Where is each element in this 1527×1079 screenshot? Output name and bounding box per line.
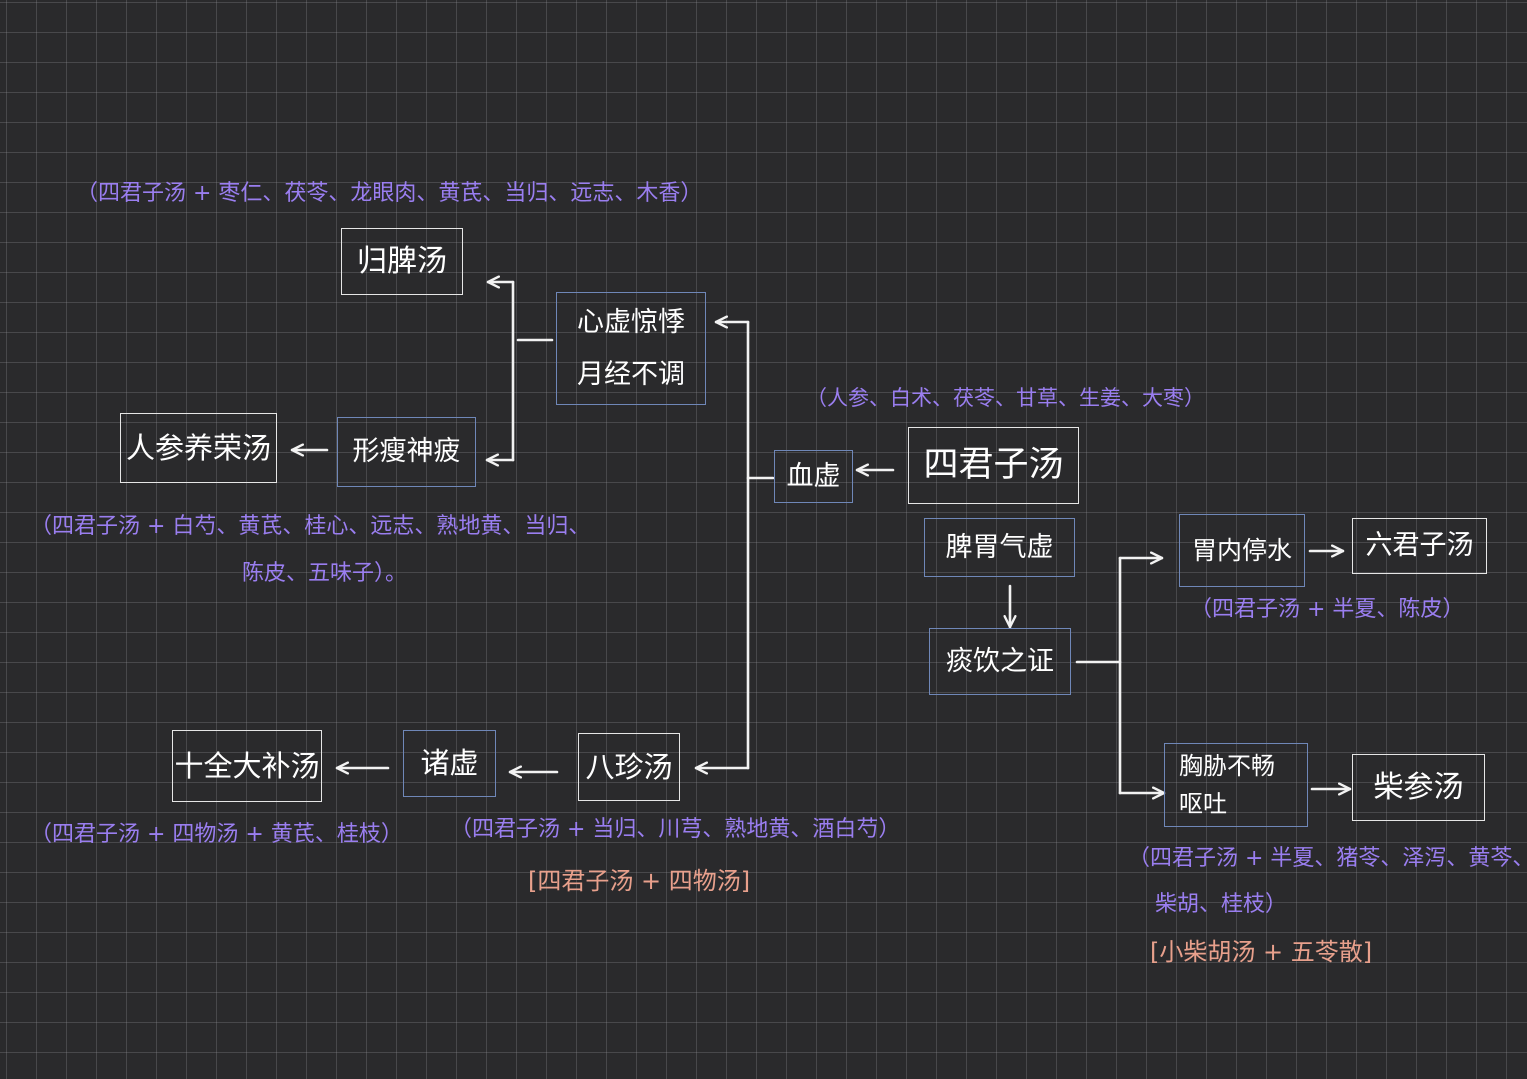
node-tanyin: 痰饮之证 [929,628,1071,695]
node-xuxu-label: 诸虚 [420,746,479,781]
node-renshen: 人参养荣汤 [120,413,277,483]
node-xuexu: 血虚 [774,450,853,503]
node-xingshou: 形瘦神疲 [337,417,476,487]
node-tanyin-label: 痰饮之证 [946,645,1054,677]
node-shiquan: 十全大补汤 [172,730,322,802]
node-xiongxie-line-1: 胸胁不畅 [1179,752,1275,780]
node-guipi-label: 归脾汤 [357,243,447,279]
note-renshen-line-1: （四君子汤 + 白芍、黄芪、桂心、远志、熟地黄、当归、 [30,514,591,539]
note-bazhen: （四君子汤 + 当归、川芎、熟地黄、酒白芍） [450,817,901,842]
node-xinxu-line-2: 月经不调 [577,358,685,390]
node-liujunzi-label: 六君子汤 [1365,530,1474,562]
node-xiongxie-line-2: 呕吐 [1179,790,1227,818]
note-sijunzi: （人参、白术、茯苓、甘草、生姜、大枣） [806,386,1205,410]
note-bazhen-combo: [四君子汤 + 四物汤] [528,867,751,895]
node-chaishen: 柴参汤 [1352,754,1485,821]
node-xingshou-label: 形瘦神疲 [352,436,461,468]
note-shiquan: （四君子汤 + 四物汤 + 黄芪、桂枝） [30,822,403,847]
node-weinei: 胃内停水 [1179,514,1305,587]
node-xuxu: 诸虚 [403,730,496,797]
node-pixu-label: 脾胃气虚 [945,531,1054,563]
note-chaishen-combo: [小柴胡汤 + 五苓散] [1150,938,1373,966]
node-guipi: 归脾汤 [341,228,463,295]
node-bazhen: 八珍汤 [578,733,680,801]
note-chaishen-line-2: 柴胡、桂枝） [1155,892,1288,917]
note-chaishen-line-1: （四君子汤 + 半夏、猪苓、泽泻、黄芩、 [1128,846,1527,871]
node-renshen-label: 人参养荣汤 [125,430,271,465]
node-xinxu-line-1: 心虚惊悸 [577,306,685,338]
node-xuexu-label: 血虚 [786,460,841,492]
node-xiongxie: 胸胁不畅 呕吐 [1164,743,1308,827]
node-pixu: 脾胃气虚 [924,518,1075,577]
node-sijunzi-label: 四君子汤 [923,444,1064,485]
node-xinxu: 心虚惊悸 月经不调 [556,292,706,405]
note-guipi: （四君子汤 + 枣仁、茯苓、龙眼肉、黄芪、当归、远志、木香） [76,181,703,206]
node-weinei-label: 胃内停水 [1191,535,1292,565]
node-bazhen-label: 八珍汤 [585,749,673,784]
node-liujunzi: 六君子汤 [1352,518,1487,574]
node-sijunzi: 四君子汤 [908,427,1079,504]
node-shiquan-label: 十全大补汤 [174,748,320,783]
note-liujunzi: （四君子汤 + 半夏、陈皮） [1190,597,1465,622]
formula-diagram: 四君子汤 脾胃气虚 痰饮之证 胃内停水 六君子汤 胸胁不畅 呕吐 柴参汤 血虚 … [0,0,1527,1079]
note-renshen-line-2: 陈皮、五味子）。 [242,561,408,586]
node-chaishen-label: 柴参汤 [1373,769,1464,805]
